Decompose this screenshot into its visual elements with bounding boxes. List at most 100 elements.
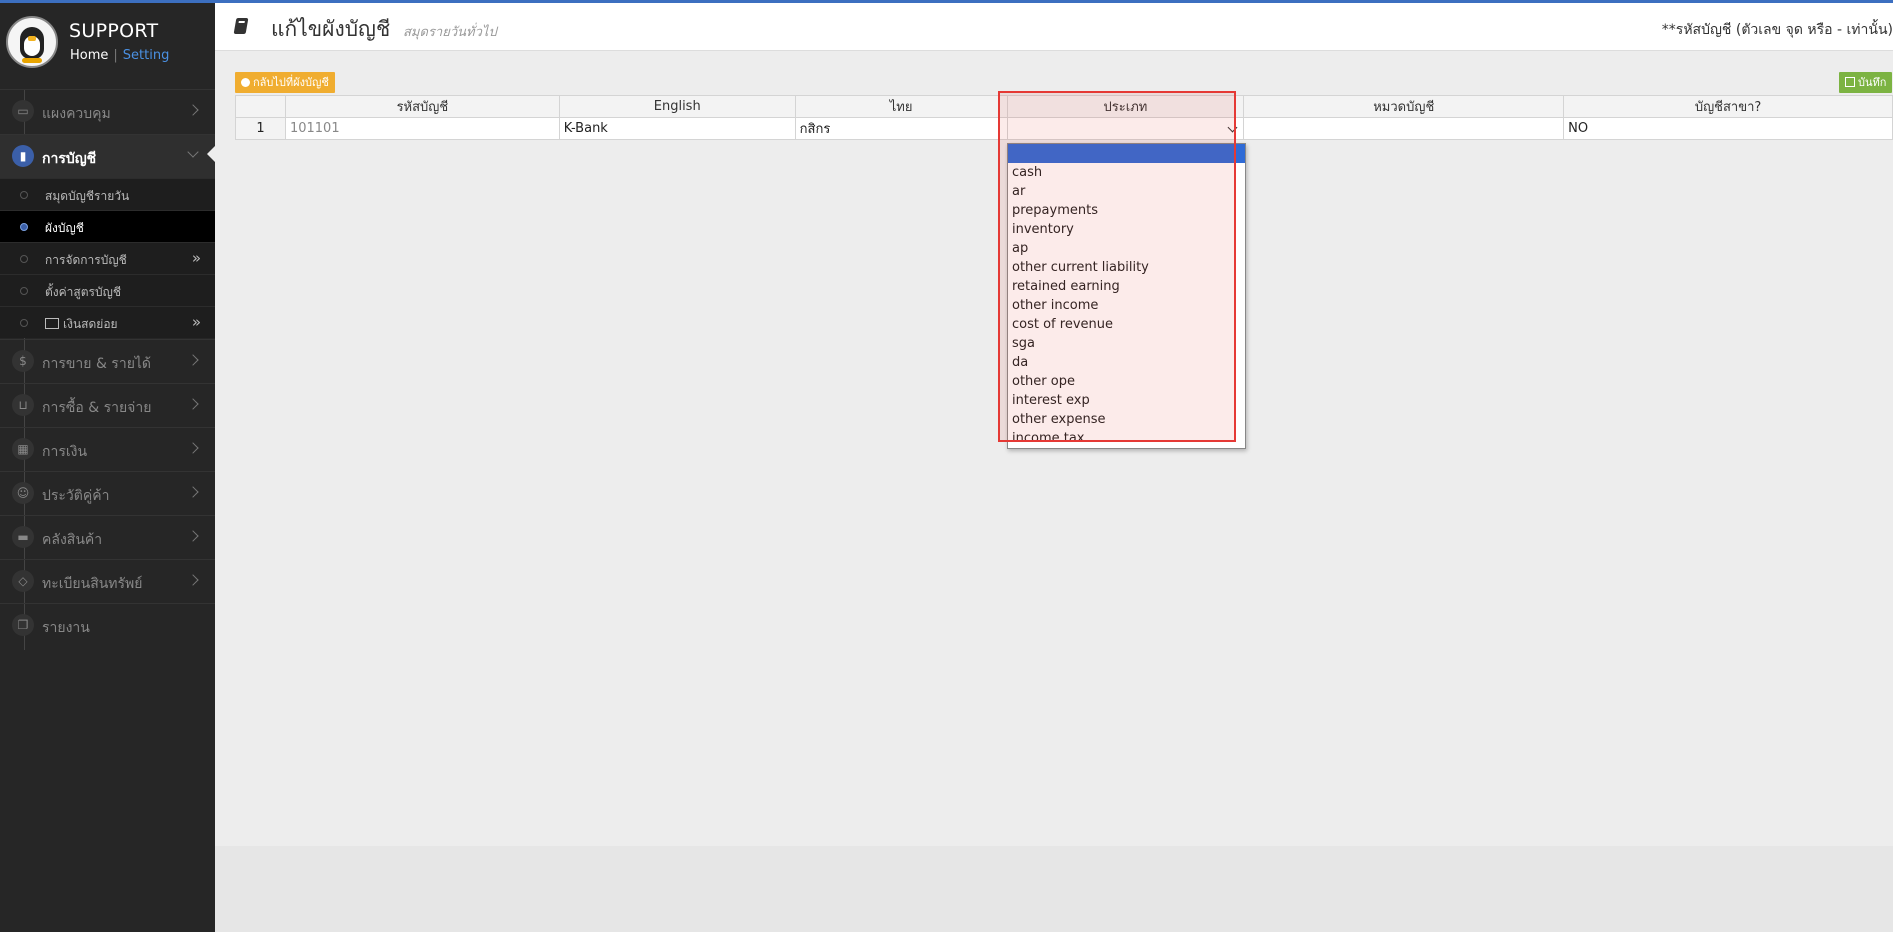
- sidebar-item-label: การขาย & รายได้: [42, 356, 152, 372]
- brand: SUPPORT Home | Setting: [0, 0, 215, 86]
- chevron-right-icon: [187, 398, 199, 410]
- sidebar-item-sales[interactable]: $ การขาย & รายได้: [0, 339, 215, 383]
- dropdown-option[interactable]: cost of revenue: [1008, 315, 1245, 334]
- sidebar-item-dashboard[interactable]: ▭ แผงควบคุม: [0, 89, 215, 133]
- book-icon: ▮: [12, 145, 34, 167]
- dropdown-option[interactable]: interest exp: [1008, 391, 1245, 410]
- dollar-icon: $: [12, 350, 34, 372]
- sidebar-item-inventory[interactable]: ▬ คลังสินค้า: [0, 515, 215, 559]
- sidebar-item-label: คลังสินค้า: [42, 532, 103, 548]
- dropdown-option[interactable]: prepayments: [1008, 201, 1245, 220]
- back-to-chart-button[interactable]: กลับไปที่ผังบัญชี: [235, 72, 335, 93]
- book-icon: [233, 18, 249, 34]
- chevron-right-icon: [187, 486, 199, 498]
- timeline-dot: [20, 319, 28, 327]
- account-type-select[interactable]: [1006, 117, 1245, 140]
- sidebar-item-purchases[interactable]: ⊔ การซื้อ & รายจ่าย: [0, 383, 215, 427]
- page-title: แก้ไขผังบัญชี: [271, 17, 391, 41]
- branch-account-field[interactable]: NO: [1563, 117, 1893, 140]
- sidebar-item-label: รายงาน: [42, 620, 90, 636]
- column-header-type: ประเภท: [1006, 95, 1245, 118]
- sidebar-item-accounting[interactable]: ▮ การบัญชี: [0, 134, 215, 178]
- brand-links: Home | Setting: [70, 48, 170, 63]
- double-chevron-icon: »: [191, 313, 201, 331]
- dropdown-option[interactable]: retained earning: [1008, 277, 1245, 296]
- id-card-icon: [45, 318, 59, 329]
- column-header-number: [235, 95, 286, 118]
- cart-icon: ⊔: [12, 394, 34, 416]
- dropdown-option[interactable]: other income: [1008, 296, 1245, 315]
- footer-area: [215, 846, 1893, 932]
- timeline-dot: [20, 287, 28, 295]
- dropdown-option-empty[interactable]: [1008, 144, 1245, 163]
- subitem-label-text: เงินสดย่อย: [63, 317, 118, 331]
- english-name-field[interactable]: K-Bank: [558, 117, 796, 140]
- double-chevron-icon: »: [191, 249, 201, 267]
- column-header-branch: บัญชีสาขา?: [1563, 95, 1893, 118]
- setting-link[interactable]: Setting: [123, 48, 170, 63]
- account-code-note: **รหัสบัญชี (ตัวเลข จุด หรือ - เท่านั้น): [1661, 22, 1893, 38]
- timeline-dot: [20, 255, 28, 263]
- sidebar-item-partners[interactable]: ☺ ประวัติคู่ค้า: [0, 471, 215, 515]
- save-icon: [1845, 77, 1855, 87]
- account-type-dropdown[interactable]: cash ar prepayments inventory ap other c…: [1007, 143, 1246, 449]
- subitem-account-formula[interactable]: ตั้งค่าสูตรบัญชี: [0, 274, 215, 306]
- chevron-right-icon: [187, 104, 199, 116]
- users-icon: ☺: [12, 482, 34, 504]
- subitem-account-management[interactable]: การจัดการบัญชี »: [0, 242, 215, 274]
- copy-icon: ❐: [12, 614, 34, 636]
- row-number: 1: [235, 117, 286, 140]
- sidebar-item-finance[interactable]: ▦ การเงิน: [0, 427, 215, 471]
- sidebar-item-label: ประวัติคู่ค้า: [42, 488, 110, 504]
- column-header-english: English: [558, 95, 796, 118]
- subitem-label: เงินสดย่อย: [45, 315, 118, 334]
- account-code-field[interactable]: 101101: [284, 117, 560, 140]
- column-header-thai: ไทย: [794, 95, 1008, 118]
- dropdown-option[interactable]: other ope: [1008, 372, 1245, 391]
- dropdown-option[interactable]: other expense: [1008, 410, 1245, 429]
- back-button-label: กลับไปที่ผังบัญชี: [253, 76, 329, 89]
- chevron-down-icon: [187, 146, 199, 158]
- sidebar-item-label: การซื้อ & รายจ่าย: [42, 400, 152, 416]
- dropdown-option[interactable]: ap: [1008, 239, 1245, 258]
- chevron-right-icon: [187, 442, 199, 454]
- dropdown-option[interactable]: sga: [1008, 334, 1245, 353]
- sidebar-item-label: ทะเบียนสินทรัพย์: [42, 576, 143, 592]
- column-header-category: หมวดบัญชี: [1243, 95, 1565, 118]
- page-header: แก้ไขผังบัญชี สมุดรายวันทั่วไป **รหัสบัญ…: [215, 3, 1893, 51]
- diamond-icon: ◇: [12, 570, 34, 592]
- sidebar-item-assets[interactable]: ◇ ทะเบียนสินทรัพย์: [0, 559, 215, 603]
- dropdown-option[interactable]: da: [1008, 353, 1245, 372]
- active-caret: [207, 146, 215, 162]
- table-header-row: รหัสบัญชี English ไทย ประเภท หมวดบัญชี บ…: [235, 95, 1893, 118]
- subitem-daily-journal[interactable]: สมุดบัญชีรายวัน: [0, 178, 215, 210]
- calendar-icon: ▦: [12, 438, 34, 460]
- sidebar-item-label: การเงิน: [42, 444, 88, 460]
- thai-name-field[interactable]: กสิกร: [794, 117, 1008, 140]
- penguin-logo-icon: [6, 16, 58, 68]
- category-field[interactable]: [1243, 117, 1565, 140]
- sidebar-item-label: แผงควบคุม: [42, 106, 111, 122]
- chevron-down-icon: [1227, 122, 1238, 133]
- brand-title: SUPPORT: [69, 20, 159, 42]
- save-button[interactable]: บันทึก: [1839, 72, 1893, 93]
- sidebar-item-reports[interactable]: ❐ รายงาน: [0, 603, 215, 647]
- dropdown-option[interactable]: ar: [1008, 182, 1245, 201]
- sidebar-item-label: การบัญชี: [42, 151, 97, 167]
- subitem-chart-of-accounts[interactable]: ผังบัญชี: [0, 210, 215, 242]
- dropdown-option[interactable]: income tax: [1008, 429, 1245, 448]
- subitem-petty-cash[interactable]: เงินสดย่อย »: [0, 306, 215, 338]
- subitem-label: สมุดบัญชีรายวัน: [45, 189, 130, 203]
- dropdown-option[interactable]: other current liability: [1008, 258, 1245, 277]
- top-accent-bar: [0, 0, 1893, 3]
- truck-icon: ▬: [12, 526, 34, 548]
- timeline-dot: [20, 223, 28, 231]
- monitor-icon: ▭: [12, 100, 34, 122]
- timeline-dot: [20, 191, 28, 199]
- subitem-label: ผังบัญชี: [45, 221, 84, 235]
- sidebar: SUPPORT Home | Setting ▭ แผงควบคุม ▮ การบั…: [0, 0, 215, 932]
- dropdown-option[interactable]: cash: [1008, 163, 1245, 182]
- dropdown-option[interactable]: inventory: [1008, 220, 1245, 239]
- page-subtitle: สมุดรายวันทั่วไป: [403, 25, 497, 40]
- home-link[interactable]: Home: [70, 48, 108, 63]
